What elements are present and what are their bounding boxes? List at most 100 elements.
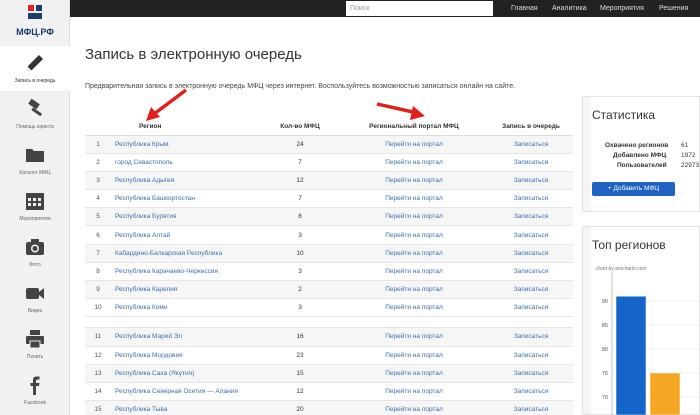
- row-number: 8: [85, 262, 111, 282]
- mfc-count: 15: [261, 364, 339, 383]
- sidebar-item-queue[interactable]: Запись в очередь: [0, 46, 71, 91]
- row-number: 3: [85, 171, 111, 191]
- row-number: 1: [85, 135, 111, 154]
- portal-link[interactable]: Перейти на портал: [339, 364, 489, 383]
- nav-link-events[interactable]: Мероприятия: [600, 0, 644, 17]
- queue-link[interactable]: Записаться: [489, 171, 573, 191]
- sidebar-item-lawyer[interactable]: Помощь юриста: [0, 92, 70, 137]
- sidebar-item-label: Каталог МФЦ: [19, 170, 51, 176]
- queue-link[interactable]: Записаться: [489, 382, 573, 402]
- region-link[interactable]: Кабардино-Балкарская Республика: [111, 244, 261, 263]
- table-row: 2 город Севастополь 7 Перейти на портал Запи…: [85, 153, 573, 172]
- add-mfc-button[interactable]: + Добавить МФЦ: [592, 182, 675, 196]
- region-link[interactable]: Республика Крым: [111, 135, 261, 154]
- portal-link[interactable]: Перейти на портал: [339, 327, 489, 347]
- table-spacer-row: [85, 316, 573, 329]
- sidebar-item-label: Видео: [27, 308, 43, 314]
- queue-link[interactable]: Записаться: [489, 225, 573, 245]
- folder-icon: [26, 149, 44, 162]
- region-link[interactable]: Республика Северная Осетия — Алания: [111, 382, 261, 402]
- portal-link[interactable]: Перейти на портал: [339, 400, 489, 415]
- region-link[interactable]: Республика Карачаево-Черкессия: [111, 262, 261, 282]
- nav-link-analytics[interactable]: Аналитика: [552, 0, 587, 17]
- portal-link[interactable]: Перейти на портал: [339, 135, 489, 154]
- stat-label-regions: Охвачено регионов: [605, 142, 669, 149]
- nav-link-solutions[interactable]: Решения: [659, 0, 688, 17]
- portal-link[interactable]: Перейти на портал: [339, 298, 489, 318]
- queue-link[interactable]: Записаться: [489, 244, 573, 263]
- sidebar-item-label: Мероприятия: [19, 216, 51, 222]
- queue-link[interactable]: Записаться: [489, 364, 573, 383]
- sidebar-item-facebook[interactable]: Facebook: [0, 368, 70, 413]
- sidebar-item-print[interactable]: Печать: [0, 322, 70, 367]
- camera-icon: [26, 239, 44, 255]
- portal-link[interactable]: Перейти на портал: [339, 280, 489, 300]
- mfc-count: 20: [261, 400, 339, 415]
- region-link[interactable]: Республика Алтай: [111, 225, 261, 245]
- region-link[interactable]: Республика Бурятия: [111, 207, 261, 227]
- chart-bar[interactable]: [615, 295, 647, 415]
- region-link[interactable]: город Севастополь: [111, 153, 261, 172]
- chart-bar[interactable]: [649, 372, 681, 415]
- stat-label-mfc: Добавлено МФЦ: [613, 152, 667, 159]
- regions-table: Регион Кол-во МФЦ Региональный портал МФ…: [85, 118, 573, 415]
- row-number: 2: [85, 153, 111, 172]
- table-spacer-cell: [85, 316, 573, 329]
- portal-link[interactable]: Перейти на портал: [339, 153, 489, 172]
- queue-link[interactable]: Записаться: [489, 135, 573, 154]
- region-link[interactable]: Республика Тыва: [111, 400, 261, 415]
- queue-link[interactable]: Записаться: [489, 400, 573, 415]
- row-number: 7: [85, 244, 111, 263]
- printer-icon: [26, 330, 44, 349]
- queue-link[interactable]: Записаться: [489, 262, 573, 282]
- pencil-icon: [27, 55, 43, 71]
- region-link[interactable]: Республика Карелия: [111, 280, 261, 300]
- region-link[interactable]: Республика Адыгея: [111, 171, 261, 191]
- portal-link[interactable]: Перейти на портал: [339, 244, 489, 263]
- top-navigation-bar: Главная Аналитика Мероприятия Решения: [0, 0, 700, 17]
- sidebar-item-label: Запись в очередь: [14, 78, 56, 84]
- sidebar-item-photo[interactable]: Фото: [0, 230, 70, 275]
- header-queue: Запись в очередь: [489, 118, 573, 136]
- portal-link[interactable]: Перейти на портал: [339, 382, 489, 402]
- queue-link[interactable]: Записаться: [489, 207, 573, 227]
- queue-link[interactable]: Записаться: [489, 153, 573, 172]
- nav-link-home[interactable]: Главная: [511, 0, 538, 17]
- row-number: 4: [85, 189, 111, 209]
- queue-link[interactable]: Записаться: [489, 346, 573, 365]
- table-row: 1 Республика Крым 24 Перейти на портал Запис…: [85, 135, 573, 154]
- sidebar-item-video[interactable]: Видео: [0, 276, 70, 321]
- portal-link[interactable]: Перейти на портал: [339, 171, 489, 191]
- stat-value-regions: 61: [681, 142, 689, 149]
- sidebar-item-label: Печать: [26, 354, 44, 360]
- region-link[interactable]: Республика Мордовия: [111, 346, 261, 365]
- sidebar-item-label: Фото: [29, 262, 41, 268]
- sidebar: МФЦ.РФ Запись в очередь Помощь юриста Ка…: [0, 0, 71, 415]
- logo[interactable]: МФЦ.РФ: [0, 0, 70, 46]
- sidebar-item-catalog[interactable]: Каталог МФЦ: [0, 138, 70, 183]
- mfc-count: 3: [261, 262, 339, 282]
- region-link[interactable]: Республика Коми: [111, 298, 261, 318]
- mfc-count: 3: [261, 225, 339, 245]
- queue-link[interactable]: Записаться: [489, 189, 573, 209]
- calendar-icon: [26, 193, 44, 210]
- mfc-count: 7: [261, 153, 339, 172]
- region-link[interactable]: Республика Башкортостан: [111, 189, 261, 209]
- row-number: 5: [85, 207, 111, 227]
- region-link[interactable]: Республика Саха (Якутия): [111, 364, 261, 383]
- table-row: 10 Республика Коми 3 Перейти на портал Запис…: [85, 298, 573, 318]
- sidebar-item-events[interactable]: Мероприятия: [0, 184, 70, 229]
- y-tick-label: 70: [602, 395, 608, 401]
- portal-link[interactable]: Перейти на портал: [339, 189, 489, 209]
- row-number: 14: [85, 382, 111, 402]
- mfc-count: 3: [261, 298, 339, 318]
- search-input[interactable]: [346, 1, 493, 16]
- portal-link[interactable]: Перейти на портал: [339, 207, 489, 227]
- queue-link[interactable]: Записаться: [489, 298, 573, 318]
- portal-link[interactable]: Перейти на портал: [339, 262, 489, 282]
- queue-link[interactable]: Записаться: [489, 327, 573, 347]
- portal-link[interactable]: Перейти на портал: [339, 225, 489, 245]
- queue-link[interactable]: Записаться: [489, 280, 573, 300]
- region-link[interactable]: Республика Марий Эл: [111, 327, 261, 347]
- portal-link[interactable]: Перейти на портал: [339, 346, 489, 365]
